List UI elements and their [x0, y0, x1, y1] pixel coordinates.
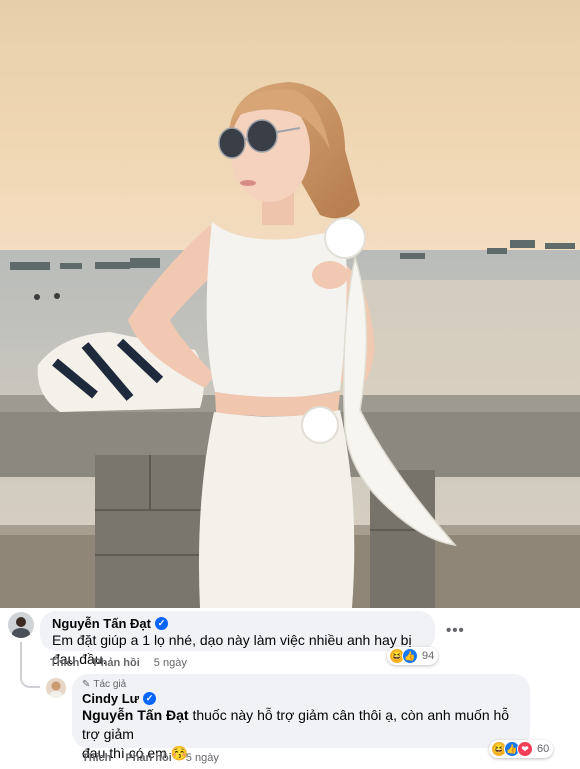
reply-text: Nguyễn Tấn Đạt thuốc này hỗ trợ giảm cân…	[82, 706, 520, 744]
like-icon: 👍	[402, 648, 418, 664]
love-icon: ❤	[517, 741, 533, 757]
like-button[interactable]: Thích	[50, 657, 79, 669]
reply-bubble: ✎ Tác giả Cindy Lư ✓ Nguyễn Tấn Đạt thuố…	[72, 674, 530, 761]
author-tag: ✎ Tác giả	[82, 679, 520, 690]
photo-scene	[0, 0, 580, 608]
author-name[interactable]: Nguyễn Tấn Đạt	[52, 616, 151, 631]
author-name[interactable]: Cindy Lư	[82, 691, 139, 706]
comments-section: Nguyễn Tấn Đạt ✓ Em đặt giúp a 1 lọ nhé,…	[0, 608, 580, 769]
comment-actions: Thích Phản hồi 5 ngày	[50, 657, 187, 669]
reply-author[interactable]: Cindy Lư ✓	[82, 691, 520, 706]
mention-link[interactable]: Nguyễn Tấn Đạt	[82, 707, 189, 723]
verified-badge-icon: ✓	[154, 617, 168, 630]
author-tag-label: Tác giả	[93, 679, 127, 690]
reaction-summary[interactable]: 😆 👍 94	[387, 647, 439, 665]
reaction-count: 60	[537, 743, 550, 755]
comment-bubble: Nguyễn Tấn Đạt ✓ Em đặt giúp a 1 lọ nhé,…	[40, 611, 435, 667]
verified-badge-icon: ✓	[143, 692, 157, 705]
comment-timestamp[interactable]: 5 ngày	[154, 657, 187, 669]
commenter-avatar[interactable]	[8, 612, 34, 638]
reply-avatar[interactable]	[46, 678, 66, 698]
reply-actions: Thích Phản hồi 5 ngày	[82, 752, 219, 764]
reply-timestamp[interactable]: 5 ngày	[186, 752, 219, 764]
comment-author[interactable]: Nguyễn Tấn Đạt ✓	[52, 616, 423, 631]
pencil-icon: ✎	[82, 679, 91, 690]
reply-thread-line	[20, 642, 40, 688]
reply-button[interactable]: Phản hồi	[93, 657, 139, 669]
post-photo[interactable]	[0, 0, 580, 608]
reply-button[interactable]: Phản hồi	[125, 752, 171, 764]
more-options-icon[interactable]: •••	[446, 622, 465, 639]
like-button[interactable]: Thích	[82, 752, 111, 764]
reaction-count: 94	[422, 650, 435, 662]
reaction-summary[interactable]: 😆 👍 ❤ 60	[489, 740, 554, 758]
